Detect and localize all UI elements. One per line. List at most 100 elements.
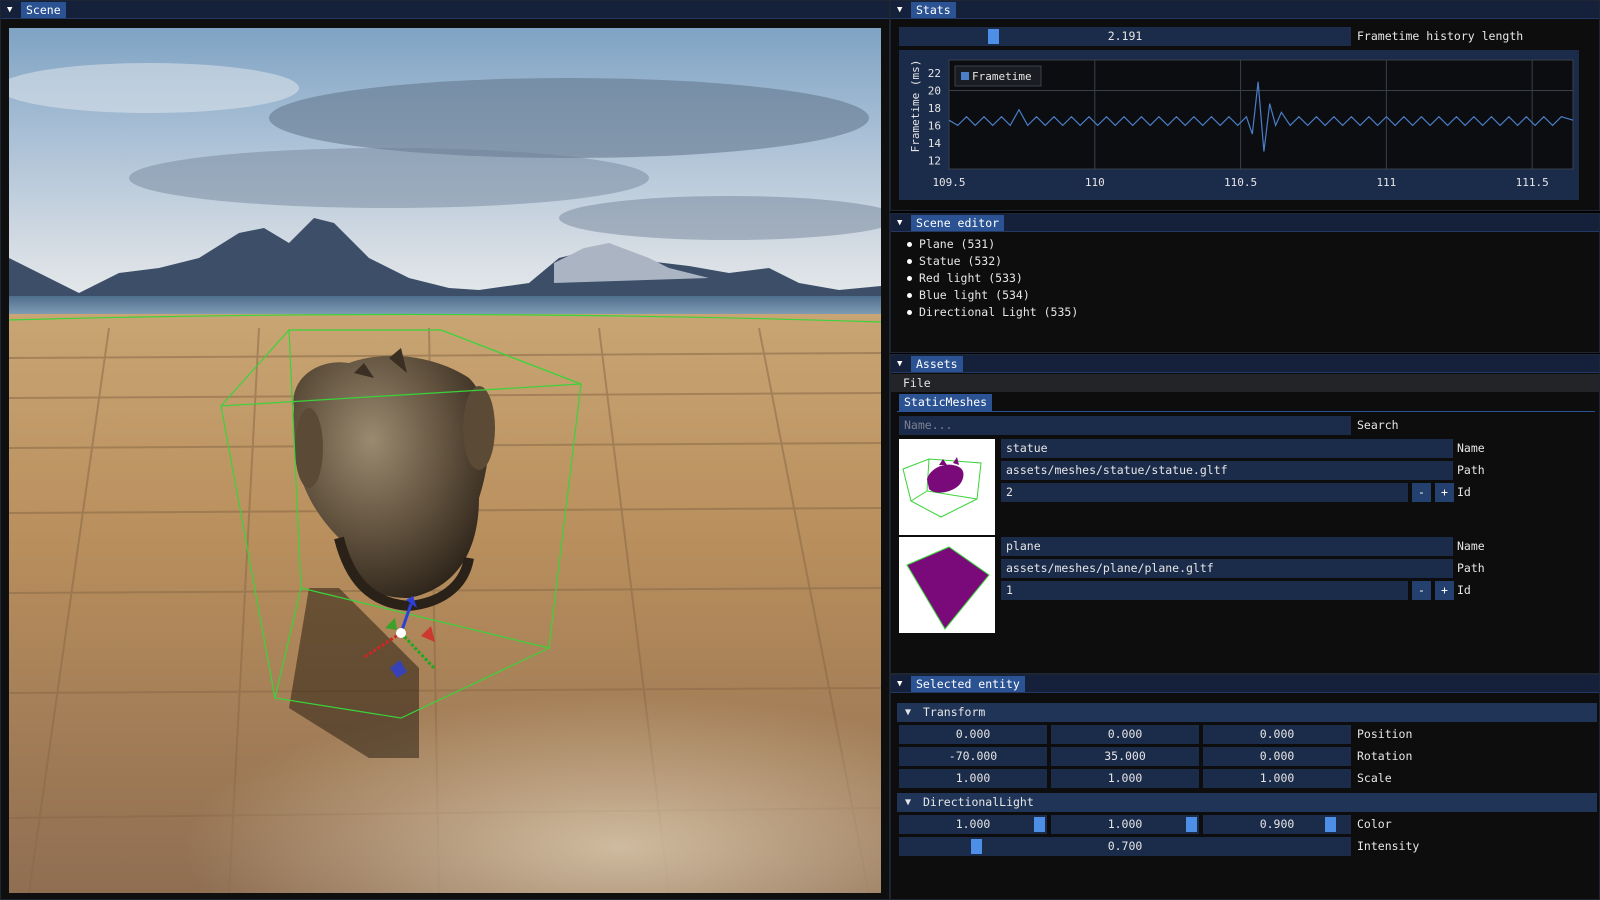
- x-tick-label: 109.5: [932, 176, 965, 189]
- x-tick-label: 111: [1376, 176, 1396, 189]
- x-tick-label: 110.5: [1224, 176, 1257, 189]
- entity-item[interactable]: Plane (531): [891, 236, 1191, 253]
- position-z-field[interactable]: 0.000: [1203, 725, 1351, 744]
- plane-thumbnail[interactable]: [899, 537, 995, 633]
- decrement-button[interactable]: -: [1412, 581, 1431, 600]
- scene-viewport[interactable]: [9, 28, 881, 893]
- scene-titlebar[interactable]: ▼ Scene: [1, 1, 889, 19]
- statue-id-field[interactable]: 2: [1001, 483, 1408, 502]
- collapse-arrow-icon[interactable]: ▼: [7, 1, 12, 19]
- assets-titlebar[interactable]: ▼ Assets: [891, 355, 1599, 373]
- search-label: Search: [1357, 418, 1399, 432]
- slider-grab[interactable]: [988, 29, 1000, 44]
- collapse-arrow-icon[interactable]: ▼: [897, 214, 902, 232]
- entity-item[interactable]: Red light (533): [891, 270, 1191, 287]
- scene-editor-tab[interactable]: Scene editor: [911, 215, 1005, 231]
- plane-id-field[interactable]: 1: [1001, 581, 1408, 600]
- id-label: Id: [1457, 583, 1471, 597]
- plot-legend: Frametime: [954, 65, 1042, 87]
- increment-button[interactable]: +: [1435, 483, 1454, 502]
- slider-grab[interactable]: [1324, 817, 1336, 832]
- plane-name-field[interactable]: plane: [1001, 537, 1453, 556]
- tab-underline: [897, 411, 1595, 412]
- frametime-plot[interactable]: 109.5 110 110.5 111 111.5 12 14 16 18 20 22 Frame…: [899, 50, 1579, 200]
- path-label: Path: [1457, 463, 1485, 477]
- plane-thumbnail-image: [906, 546, 990, 630]
- y-tick-label: 12: [928, 154, 941, 167]
- scale-z-field[interactable]: 1.000: [1203, 769, 1351, 788]
- increment-button[interactable]: +: [1435, 581, 1454, 600]
- slider-grab[interactable]: [1034, 817, 1045, 832]
- scene-window: ▼ Scene: [0, 0, 890, 900]
- assets-menubar: File: [891, 374, 1599, 392]
- expand-arrow-icon: ▼: [905, 797, 912, 808]
- selected-entity-tab[interactable]: Selected entity: [911, 676, 1025, 692]
- scene-editor-window: ▼ Scene editor Plane (531) Statue (532) …: [890, 213, 1600, 353]
- rotation-x-field[interactable]: -70.000: [899, 747, 1047, 766]
- scene-tab[interactable]: Scene: [21, 2, 66, 18]
- rendered-scene: [9, 28, 881, 893]
- x-tick-labels: 109.5 110 110.5 111 111.5: [932, 176, 1548, 189]
- transform-header[interactable]: ▼ Transform: [897, 703, 1597, 722]
- statue-path-field[interactable]: assets/meshes/statue/statue.gltf: [1001, 461, 1453, 480]
- collapse-arrow-icon[interactable]: ▼: [897, 355, 902, 373]
- color-g-slider[interactable]: 1.000: [1051, 815, 1199, 834]
- bullet-icon: [907, 276, 912, 281]
- search-placeholder: Name...: [904, 418, 953, 432]
- name-label: Name: [1457, 539, 1485, 553]
- y-tick-label: 20: [928, 85, 941, 98]
- slider-grab[interactable]: [970, 839, 982, 854]
- intensity-label: Intensity: [1357, 839, 1420, 853]
- slider-grab[interactable]: [1186, 817, 1197, 832]
- bullet-icon: [907, 293, 912, 298]
- statue-thumbnail[interactable]: [899, 439, 995, 535]
- color-r-slider[interactable]: 1.000: [899, 815, 1047, 834]
- y-tick-label: 22: [928, 67, 941, 80]
- history-length-slider[interactable]: 2.191: [899, 27, 1351, 46]
- stats-titlebar[interactable]: ▼ Stats: [891, 1, 1599, 19]
- scale-x-field[interactable]: 1.000: [899, 769, 1047, 788]
- history-length-value: 2.191: [1107, 29, 1143, 43]
- id-label: Id: [1457, 485, 1471, 499]
- statue-name-field[interactable]: statue: [1001, 439, 1453, 458]
- collapse-arrow-icon[interactable]: ▼: [897, 1, 902, 19]
- intensity-slider[interactable]: 0.700: [899, 837, 1351, 856]
- x-tick-label: 110: [1085, 176, 1105, 189]
- plane-path-field[interactable]: assets/meshes/plane/plane.gltf: [1001, 559, 1453, 578]
- decrement-button[interactable]: -: [1412, 483, 1431, 502]
- position-y-field[interactable]: 0.000: [1051, 725, 1199, 744]
- directional-light-header[interactable]: ▼ DirectionalLight: [897, 793, 1597, 812]
- selected-entity-titlebar[interactable]: ▼ Selected entity: [891, 675, 1599, 693]
- bullet-icon: [907, 259, 912, 264]
- y-axis-label: Frametime (ms): [909, 60, 922, 153]
- y-tick-label: 16: [928, 119, 941, 132]
- scale-y-field[interactable]: 1.000: [1051, 769, 1199, 788]
- entity-item[interactable]: Statue (532): [891, 253, 1191, 270]
- frametime-plot-frame[interactable]: 109.5 110 110.5 111 111.5 12 14 16 18 20 22 Frame…: [899, 50, 1579, 200]
- scale-label: Scale: [1357, 771, 1392, 785]
- scene-editor-titlebar[interactable]: ▼ Scene editor: [891, 214, 1599, 232]
- selected-entity-window: ▼ Selected entity ▼ Transform 0.000 0.00…: [890, 674, 1600, 900]
- rotation-z-field[interactable]: 0.000: [1203, 747, 1351, 766]
- file-menu[interactable]: File: [903, 374, 931, 392]
- collapse-arrow-icon[interactable]: ▼: [897, 675, 902, 693]
- y-tick-labels: 12 14 16 18 20 22: [928, 67, 942, 167]
- stats-tab[interactable]: Stats: [911, 2, 956, 18]
- statue-thumbnail-image: [902, 457, 982, 518]
- assets-tab[interactable]: Assets: [911, 356, 963, 372]
- rotation-y-field[interactable]: 35.000: [1051, 747, 1199, 766]
- rotation-label: Rotation: [1357, 749, 1413, 763]
- search-input[interactable]: Name...: [899, 416, 1351, 435]
- path-label: Path: [1457, 561, 1485, 575]
- history-length-label: Frametime history length: [1357, 29, 1524, 43]
- color-b-slider[interactable]: 0.900: [1203, 815, 1351, 834]
- y-tick-label: 14: [928, 137, 942, 150]
- color-label: Color: [1357, 817, 1392, 831]
- x-tick-label: 111.5: [1516, 176, 1549, 189]
- entity-item[interactable]: Blue light (534): [891, 287, 1191, 304]
- legend-frametime: Frametime: [972, 70, 1032, 83]
- position-x-field[interactable]: 0.000: [899, 725, 1047, 744]
- name-label: Name: [1457, 441, 1485, 455]
- entity-item[interactable]: Directional Light (535): [891, 304, 1191, 321]
- tab-staticmeshes[interactable]: StaticMeshes: [899, 394, 993, 411]
